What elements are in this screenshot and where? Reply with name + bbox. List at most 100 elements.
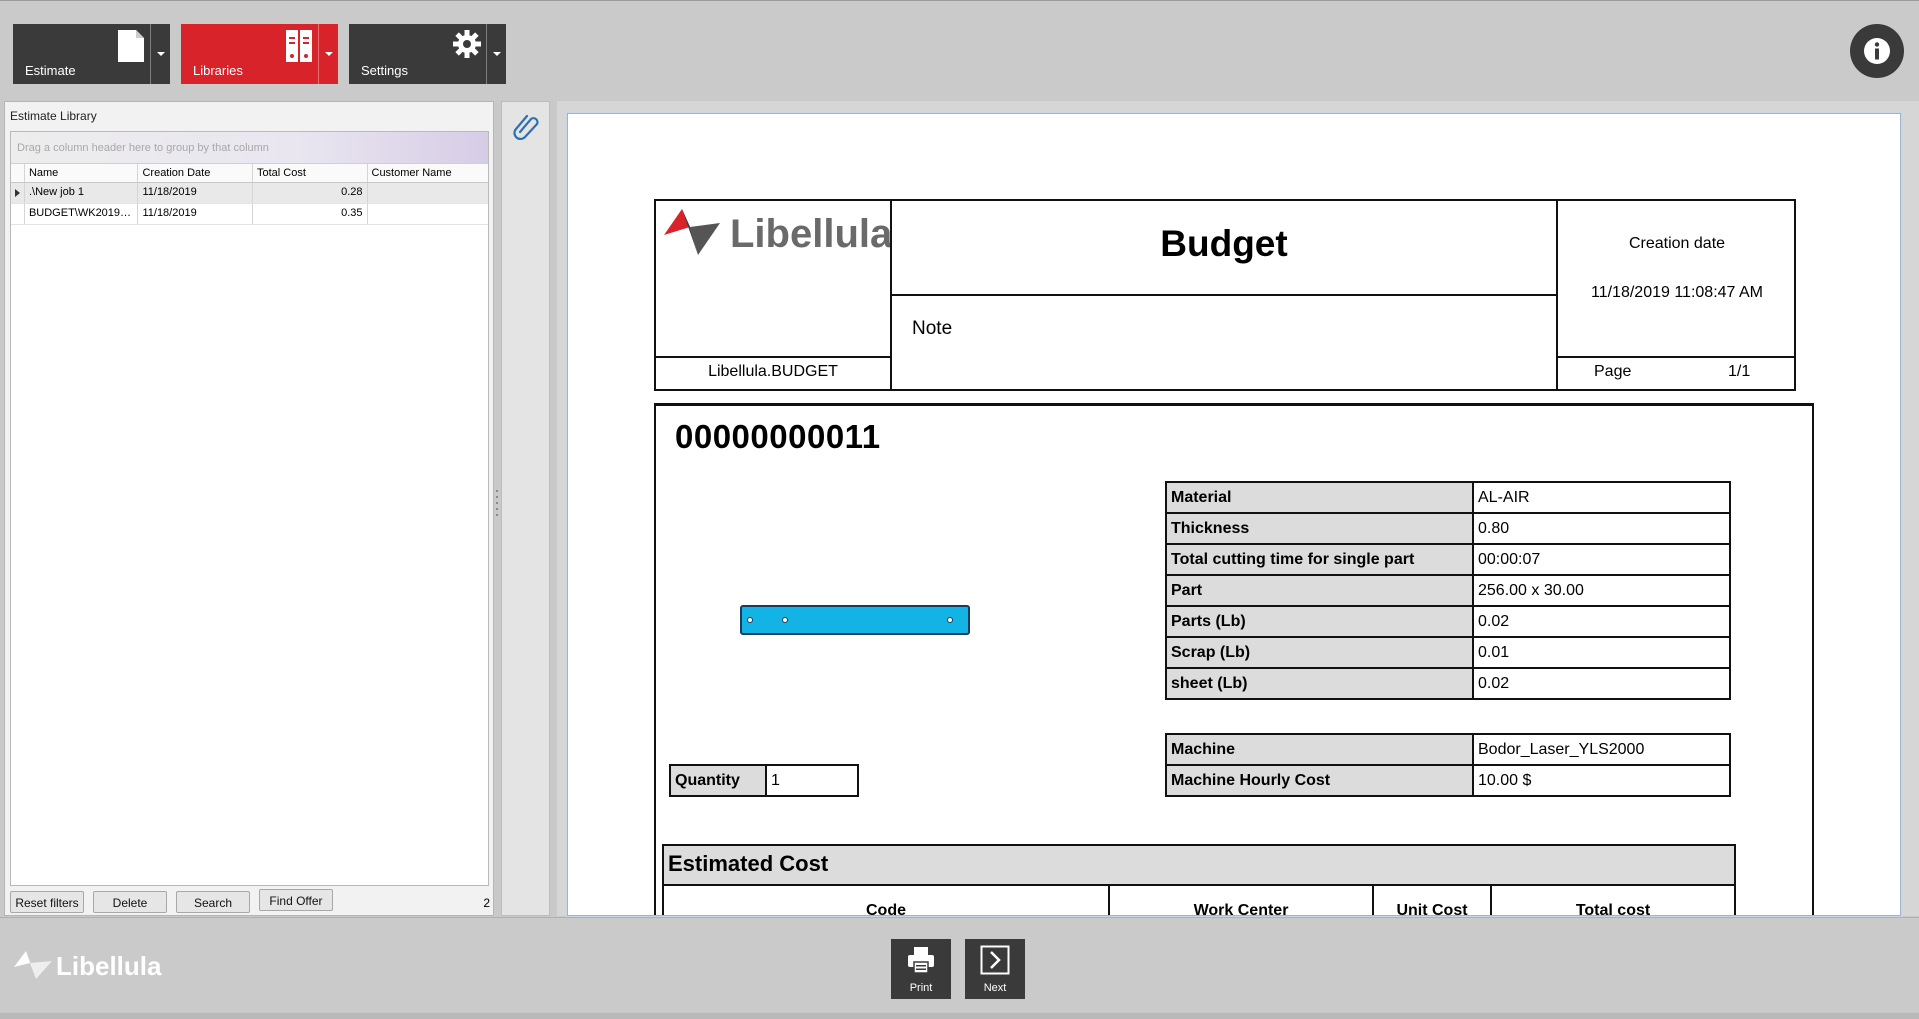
table-row: Scrap (Lb) 0.01 [1165, 636, 1731, 669]
material-value: AL-AIR [1472, 481, 1731, 514]
settings-dropdown-arrow[interactable] [486, 24, 506, 84]
header-indicator [11, 164, 25, 182]
panel-splitter[interactable] [495, 490, 499, 520]
brand-text: Libellula [56, 951, 162, 981]
page-label: Page [1594, 363, 1632, 380]
table-row[interactable]: .\New job 1 11/18/2019 0.28 [11, 183, 488, 204]
next-arrow-icon [980, 945, 1010, 975]
scrap-weight-value: 0.01 [1472, 636, 1731, 669]
part-key: Part [1165, 574, 1474, 607]
quantity-table: Quantity 1 [669, 764, 859, 797]
cell-creation-date[interactable]: 11/18/2019 [138, 183, 253, 203]
machine-table: Machine Bodor_Laser_YLS2000 Machine Hourl… [1165, 733, 1731, 797]
bottom-bar: Libellula Print Next [0, 917, 1919, 1019]
table-row: Machine Bodor_Laser_YLS2000 [1165, 733, 1731, 766]
hourly-cost-value: 10.00 $ [1472, 764, 1731, 797]
part-value: 256.00 x 30.00 [1472, 574, 1731, 607]
cell-total-cost[interactable]: 0.35 [253, 204, 368, 224]
scrap-weight-key: Scrap (Lb) [1165, 636, 1474, 669]
thickness-value: 0.80 [1472, 512, 1731, 545]
report-body: 00000000011 Material AL-AIR Thickness 0.80… [654, 403, 1814, 916]
column-header-customer-name[interactable]: Customer Name [368, 164, 488, 182]
footer-strip [0, 1013, 1919, 1019]
estimate-label: Estimate [25, 63, 76, 78]
print-label: Print [909, 982, 933, 994]
libraries-dropdown-arrow[interactable] [318, 24, 338, 84]
machine-key: Machine [1165, 733, 1474, 766]
report-title: Budget [1160, 223, 1288, 264]
main-toolbar: Estimate Libraries Settings [0, 0, 1919, 100]
cost-column-work-center: Work Center [1110, 886, 1374, 915]
thickness-key: Thickness [1165, 512, 1474, 545]
report-source-label: Libellula.BUDGET [656, 358, 892, 389]
cell-name[interactable]: BUDGET\WK20191... [25, 204, 139, 224]
find-offer-button[interactable]: Find Offer [259, 889, 333, 911]
cutting-time-value: 00:00:07 [1472, 543, 1731, 576]
settings-label: Settings [361, 63, 408, 78]
library-actions: Reset filters Delete Search Find Offer 2 [10, 889, 494, 913]
table-row: Quantity 1 [669, 764, 859, 797]
gear-icon [453, 30, 481, 58]
logo-text: Libellula [730, 212, 890, 256]
grid-header: Name Creation Date Total Cost Customer N… [11, 164, 488, 183]
column-header-total-cost[interactable]: Total Cost [253, 164, 368, 182]
table-row: Material AL-AIR [1165, 481, 1731, 514]
next-button[interactable]: Next [965, 939, 1025, 999]
delete-button[interactable]: Delete [93, 891, 167, 913]
creation-date-label: Creation date [1628, 235, 1726, 252]
table-row: Machine Hourly Cost 10.00 $ [1165, 764, 1731, 797]
cell-customer-name[interactable] [368, 183, 488, 203]
record-count: 2 [483, 896, 490, 910]
sheet-weight-key: sheet (Lb) [1165, 667, 1474, 700]
cell-customer-name[interactable] [368, 204, 488, 224]
estimate-dropdown-arrow[interactable] [150, 24, 170, 84]
creation-date-value: 11/18/2019 11:08:47 AM [1591, 284, 1763, 301]
cost-column-total-cost: Total cost [1575, 902, 1651, 916]
table-row: sheet (Lb) 0.02 [1165, 667, 1731, 700]
hourly-cost-key: Machine Hourly Cost [1165, 764, 1474, 797]
creation-cell: Creation date 11/18/2019 11:08:47 AM [1556, 201, 1794, 358]
cell-name[interactable]: .\New job 1 [25, 183, 139, 203]
paperclip-icon[interactable] [512, 110, 542, 140]
hole-icon [782, 617, 788, 623]
estimate-library-panel: Estimate Library Drag a column header he… [4, 101, 494, 916]
table-row: Total cutting time for single part 00:00:… [1165, 543, 1731, 576]
parts-weight-value: 0.02 [1472, 605, 1731, 638]
cutting-time-key: Total cutting time for single part [1165, 543, 1474, 576]
estimate-grid: Drag a column header here to group by th… [10, 131, 489, 886]
quantity-label: Quantity [669, 764, 767, 797]
libraries-label: Libraries [193, 63, 243, 78]
material-table: Material AL-AIR Thickness 0.80 Total cutti… [1165, 481, 1731, 700]
estimate-button[interactable]: Estimate [13, 24, 170, 84]
libellula-brand-logo: Libellula [14, 951, 162, 981]
page-number: 1/1 [1728, 363, 1751, 380]
cell-creation-date[interactable]: 11/18/2019 [138, 204, 253, 224]
settings-button[interactable]: Settings [349, 24, 506, 84]
next-label: Next [983, 982, 1007, 994]
attachment-strip [501, 101, 550, 916]
search-button[interactable]: Search [176, 891, 250, 913]
machine-value: Bodor_Laser_YLS2000 [1472, 733, 1731, 766]
info-button[interactable] [1850, 24, 1904, 78]
part-preview [740, 605, 970, 635]
note-label: Note [912, 318, 953, 339]
estimated-cost-header: Code Work Center Unit Cost Total cost [662, 886, 1736, 916]
column-header-creation-date[interactable]: Creation Date [138, 164, 253, 182]
reset-filters-button[interactable]: Reset filters [10, 891, 84, 913]
panel-title: Estimate Library [10, 109, 97, 123]
printer-icon [908, 947, 934, 974]
page-cell: Page 1/1 [1556, 358, 1794, 389]
hole-icon [747, 617, 753, 623]
logo-cell: Libellula [656, 201, 892, 358]
table-row: Thickness 0.80 [1165, 512, 1731, 545]
group-by-area[interactable]: Drag a column header here to group by th… [11, 132, 488, 164]
info-icon [1864, 38, 1890, 64]
table-row: Parts (Lb) 0.02 [1165, 605, 1731, 638]
libraries-button[interactable]: Libraries [181, 24, 338, 84]
table-row[interactable]: BUDGET\WK20191... 11/18/2019 0.35 [11, 204, 488, 225]
binders-icon [286, 30, 312, 62]
print-button[interactable]: Print [891, 939, 951, 999]
table-row: Part 256.00 x 30.00 [1165, 574, 1731, 607]
cell-total-cost[interactable]: 0.28 [253, 183, 368, 203]
column-header-name[interactable]: Name [25, 164, 139, 182]
